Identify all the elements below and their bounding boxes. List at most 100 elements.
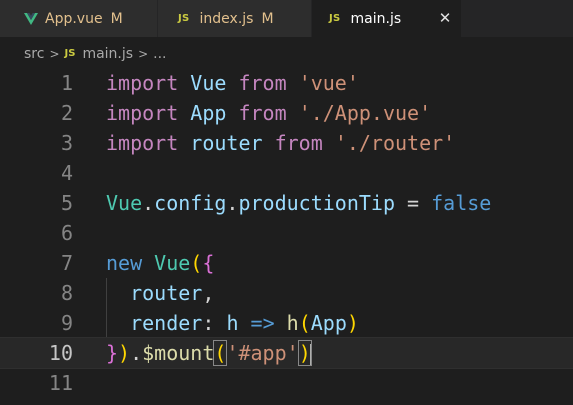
line-number: 6 xyxy=(60,221,73,245)
code-token: . xyxy=(142,191,155,215)
breadcrumb-folder[interactable]: src xyxy=(24,46,44,62)
code-line[interactable]: 7 new Vue({ xyxy=(0,248,573,278)
tab-index-js[interactable]: JS index.js M xyxy=(158,0,312,37)
close-icon[interactable]: ✕ xyxy=(436,9,454,27)
breadcrumb: src > JS main.js > ... xyxy=(0,37,573,70)
line-number: 10 xyxy=(48,341,73,365)
code-text: router, xyxy=(106,278,214,308)
code-line[interactable]: 9 render: h => h(App) xyxy=(0,308,573,338)
code-token: 'vue' xyxy=(298,71,359,95)
breadcrumb-symbols[interactable]: ... xyxy=(153,46,166,62)
line-number: 1 xyxy=(60,71,73,95)
chevron-right-icon: > xyxy=(49,46,60,61)
code-line[interactable]: 4 xyxy=(0,158,573,188)
code-text: import router from './router' xyxy=(106,128,455,158)
js-icon: JS xyxy=(329,13,341,24)
text-cursor xyxy=(309,343,312,366)
code-token: Vue xyxy=(190,71,227,95)
code-line[interactable]: 5 Vue.config.productionTip = false xyxy=(0,188,573,218)
code-token: ) xyxy=(118,341,131,365)
code-token: { xyxy=(202,251,215,275)
vue-icon xyxy=(24,12,38,25)
code-token: './router' xyxy=(334,131,456,155)
tab-app-vue[interactable]: App.vue M xyxy=(0,0,158,37)
code-line[interactable]: 8 router, xyxy=(0,278,573,308)
code-token: false xyxy=(431,191,492,215)
tab-label: main.js xyxy=(350,10,402,27)
code-text: import App from './App.vue' xyxy=(106,98,431,128)
chevron-right-icon: > xyxy=(138,46,149,61)
code-area[interactable]: 1 import Vue from 'vue' 2 import App from '… xyxy=(0,68,573,398)
code-token: ( xyxy=(298,311,311,335)
code-token: import xyxy=(106,71,179,95)
code-token: } xyxy=(106,341,119,365)
tab-bar: App.vue M JS index.js M JS main.js ✕ xyxy=(0,0,573,37)
code-token: router xyxy=(190,131,263,155)
line-number: 7 xyxy=(60,251,73,275)
code-text: render: h => h(App) xyxy=(106,308,359,338)
code-token: config xyxy=(154,191,227,215)
line-number: 5 xyxy=(60,191,73,215)
line-number: 9 xyxy=(60,311,73,335)
code-token: = xyxy=(395,191,432,215)
code-line[interactable]: 11 xyxy=(0,368,573,398)
code-token: from xyxy=(238,71,287,95)
code-line[interactable]: 1 import Vue from 'vue' xyxy=(0,68,573,98)
code-token: . xyxy=(226,191,239,215)
breadcrumb-file[interactable]: main.js xyxy=(82,46,133,62)
code-token: ( xyxy=(213,340,228,366)
code-token: Vue xyxy=(106,191,143,215)
code-token: h xyxy=(286,311,299,335)
code-token: $mount xyxy=(142,341,215,365)
code-token: import xyxy=(106,131,179,155)
code-token: '#app' xyxy=(226,341,299,365)
code-text: Vue.config.productionTip = false xyxy=(106,188,491,218)
code-line[interactable]: 6 xyxy=(0,218,573,248)
code-token: . xyxy=(130,341,143,365)
line-number: 8 xyxy=(60,281,73,305)
code-line[interactable]: 3 import router from './router' xyxy=(0,128,573,158)
code-token: App xyxy=(310,311,347,335)
code-token: from xyxy=(238,101,287,125)
code-text: }).$mount('#app') xyxy=(106,338,312,368)
js-icon: JS xyxy=(64,48,76,59)
code-token: render xyxy=(130,311,203,335)
code-token: , xyxy=(202,281,215,305)
code-token: import xyxy=(106,101,179,125)
code-line[interactable]: 2 import App from './App.vue' xyxy=(0,98,573,128)
code-token: productionTip xyxy=(238,191,396,215)
code-token: './App.vue' xyxy=(298,101,432,125)
code-editor: App.vue M JS index.js M JS main.js ✕ src… xyxy=(0,0,573,405)
line-number: 4 xyxy=(60,161,73,185)
code-text: new Vue({ xyxy=(106,248,214,278)
js-icon: JS xyxy=(178,13,190,24)
code-text: import Vue from 'vue' xyxy=(106,68,359,98)
line-number: 3 xyxy=(60,131,73,155)
code-token: ( xyxy=(190,251,203,275)
code-token: from xyxy=(274,131,323,155)
code-token: App xyxy=(190,101,227,125)
tab-main-js[interactable]: JS main.js ✕ xyxy=(312,0,462,37)
line-number: 11 xyxy=(48,371,73,395)
modified-indicator: M xyxy=(110,10,123,27)
code-line[interactable]: 10 }).$mount('#app') xyxy=(0,337,573,369)
code-token: Vue xyxy=(154,251,191,275)
tab-label: App.vue xyxy=(45,10,103,27)
line-number: 2 xyxy=(60,101,73,125)
modified-indicator: M xyxy=(261,10,274,27)
code-token: h xyxy=(226,311,239,335)
